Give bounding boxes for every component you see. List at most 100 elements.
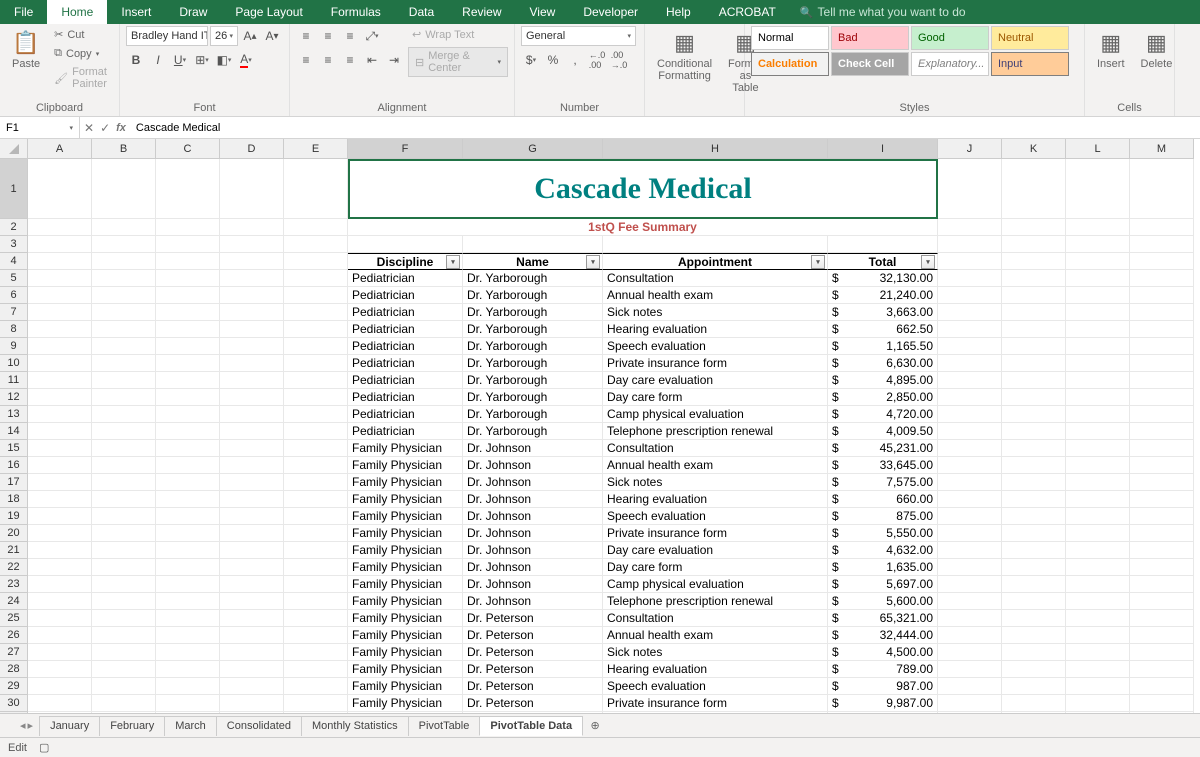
cell-E24[interactable] bbox=[284, 593, 348, 610]
col-header-C[interactable]: C bbox=[156, 139, 220, 159]
cell-J6[interactable] bbox=[938, 287, 1002, 304]
cell-D5[interactable] bbox=[220, 270, 284, 287]
cell-E6[interactable] bbox=[284, 287, 348, 304]
cell-H9[interactable]: Speech evaluation bbox=[603, 338, 828, 355]
cell-D22[interactable] bbox=[220, 559, 284, 576]
cell-K4[interactable] bbox=[1002, 253, 1066, 270]
cell-I24[interactable]: $5,600.00 bbox=[828, 593, 938, 610]
cell-M29[interactable] bbox=[1130, 678, 1194, 695]
cell-F12[interactable]: Pediatrician bbox=[348, 389, 463, 406]
cell-L23[interactable] bbox=[1066, 576, 1130, 593]
cell-B2[interactable] bbox=[92, 219, 156, 236]
cell-A7[interactable] bbox=[28, 304, 92, 321]
cell-J13[interactable] bbox=[938, 406, 1002, 423]
cell-C14[interactable] bbox=[156, 423, 220, 440]
ribbon-tab-view[interactable]: View bbox=[516, 0, 570, 24]
cell-B3[interactable] bbox=[92, 236, 156, 253]
sheet-tab-pivottable[interactable]: PivotTable bbox=[408, 716, 481, 736]
cell-G17[interactable]: Dr. Johnson bbox=[463, 474, 603, 491]
cell-G20[interactable]: Dr. Johnson bbox=[463, 525, 603, 542]
cell-C16[interactable] bbox=[156, 457, 220, 474]
cell-A22[interactable] bbox=[28, 559, 92, 576]
cell-I26[interactable]: $32,444.00 bbox=[828, 627, 938, 644]
cell-M11[interactable] bbox=[1130, 372, 1194, 389]
cell-style-neutral[interactable]: Neutral bbox=[991, 26, 1069, 50]
filter-arrow-icon[interactable]: ▾ bbox=[811, 255, 825, 269]
cell-F31[interactable]: Family Physician bbox=[348, 712, 463, 713]
cell-B15[interactable] bbox=[92, 440, 156, 457]
enter-formula-icon[interactable]: ✓ bbox=[100, 121, 110, 135]
cell-F19[interactable]: Family Physician bbox=[348, 508, 463, 525]
col-header-L[interactable]: L bbox=[1066, 139, 1130, 159]
cell-I25[interactable]: $65,321.00 bbox=[828, 610, 938, 627]
cell-K15[interactable] bbox=[1002, 440, 1066, 457]
cell-L3[interactable] bbox=[1066, 236, 1130, 253]
cell-F23[interactable]: Family Physician bbox=[348, 576, 463, 593]
cell-I27[interactable]: $4,500.00 bbox=[828, 644, 938, 661]
cell-B31[interactable] bbox=[92, 712, 156, 713]
cancel-formula-icon[interactable]: ✕ bbox=[84, 121, 94, 135]
cell-G14[interactable]: Dr. Yarborough bbox=[463, 423, 603, 440]
cell-K16[interactable] bbox=[1002, 457, 1066, 474]
cell-L12[interactable] bbox=[1066, 389, 1130, 406]
cell-I10[interactable]: $6,630.00 bbox=[828, 355, 938, 372]
row-header-8[interactable]: 8 bbox=[0, 321, 28, 338]
cell-M10[interactable] bbox=[1130, 355, 1194, 372]
cell-G30[interactable]: Dr. Peterson bbox=[463, 695, 603, 712]
cell-A4[interactable] bbox=[28, 253, 92, 270]
cell-L6[interactable] bbox=[1066, 287, 1130, 304]
ribbon-tab-help[interactable]: Help bbox=[652, 0, 705, 24]
cell-D10[interactable] bbox=[220, 355, 284, 372]
cell-L31[interactable] bbox=[1066, 712, 1130, 713]
cell-A1[interactable] bbox=[28, 159, 92, 219]
sheet-tab-march[interactable]: March bbox=[164, 716, 217, 736]
cell-J28[interactable] bbox=[938, 661, 1002, 678]
tell-me-search[interactable]: Tell me what you want to do bbox=[790, 0, 976, 24]
cell-E21[interactable] bbox=[284, 542, 348, 559]
font-name-select[interactable]: Bradley Hand IT▾ bbox=[126, 26, 208, 46]
cell-J2[interactable] bbox=[938, 219, 1002, 236]
cell-I12[interactable]: $2,850.00 bbox=[828, 389, 938, 406]
cell-G24[interactable]: Dr. Johnson bbox=[463, 593, 603, 610]
cell-A18[interactable] bbox=[28, 491, 92, 508]
sheet-tab-monthly-statistics[interactable]: Monthly Statistics bbox=[301, 716, 409, 736]
cell-F17[interactable]: Family Physician bbox=[348, 474, 463, 491]
cell-F8[interactable]: Pediatrician bbox=[348, 321, 463, 338]
cell-L30[interactable] bbox=[1066, 695, 1130, 712]
row-header-16[interactable]: 16 bbox=[0, 457, 28, 474]
cell-F25[interactable]: Family Physician bbox=[348, 610, 463, 627]
cell-J11[interactable] bbox=[938, 372, 1002, 389]
formula-input[interactable] bbox=[130, 117, 1200, 138]
cell-J23[interactable] bbox=[938, 576, 1002, 593]
increase-indent-button[interactable]: ⇥ bbox=[384, 50, 404, 70]
cell-H13[interactable]: Camp physical evaluation bbox=[603, 406, 828, 423]
merge-center-button[interactable]: ⊟ Merge & Center ▾ bbox=[408, 47, 508, 77]
cell-H29[interactable]: Speech evaluation bbox=[603, 678, 828, 695]
col-header-H[interactable]: H bbox=[603, 139, 828, 159]
cell-A20[interactable] bbox=[28, 525, 92, 542]
cell-E9[interactable] bbox=[284, 338, 348, 355]
cell-H21[interactable]: Day care evaluation bbox=[603, 542, 828, 559]
cell-K27[interactable] bbox=[1002, 644, 1066, 661]
cell-L13[interactable] bbox=[1066, 406, 1130, 423]
cell-K25[interactable] bbox=[1002, 610, 1066, 627]
cell-C23[interactable] bbox=[156, 576, 220, 593]
cell-L22[interactable] bbox=[1066, 559, 1130, 576]
cell-F7[interactable]: Pediatrician bbox=[348, 304, 463, 321]
cell-M2[interactable] bbox=[1130, 219, 1194, 236]
cell-L25[interactable] bbox=[1066, 610, 1130, 627]
cell-K7[interactable] bbox=[1002, 304, 1066, 321]
row-header-7[interactable]: 7 bbox=[0, 304, 28, 321]
cell-B26[interactable] bbox=[92, 627, 156, 644]
row-header-20[interactable]: 20 bbox=[0, 525, 28, 542]
cell-B21[interactable] bbox=[92, 542, 156, 559]
cell-J16[interactable] bbox=[938, 457, 1002, 474]
cell-A29[interactable] bbox=[28, 678, 92, 695]
cell-J1[interactable] bbox=[938, 159, 1002, 219]
cell-D30[interactable] bbox=[220, 695, 284, 712]
currency-button[interactable]: $▾ bbox=[521, 50, 541, 70]
row-header-30[interactable]: 30 bbox=[0, 695, 28, 712]
cell-H28[interactable]: Hearing evaluation bbox=[603, 661, 828, 678]
sheet-tab-pivottable-data[interactable]: PivotTable Data bbox=[479, 716, 583, 736]
filter-arrow-icon[interactable]: ▾ bbox=[921, 255, 935, 269]
